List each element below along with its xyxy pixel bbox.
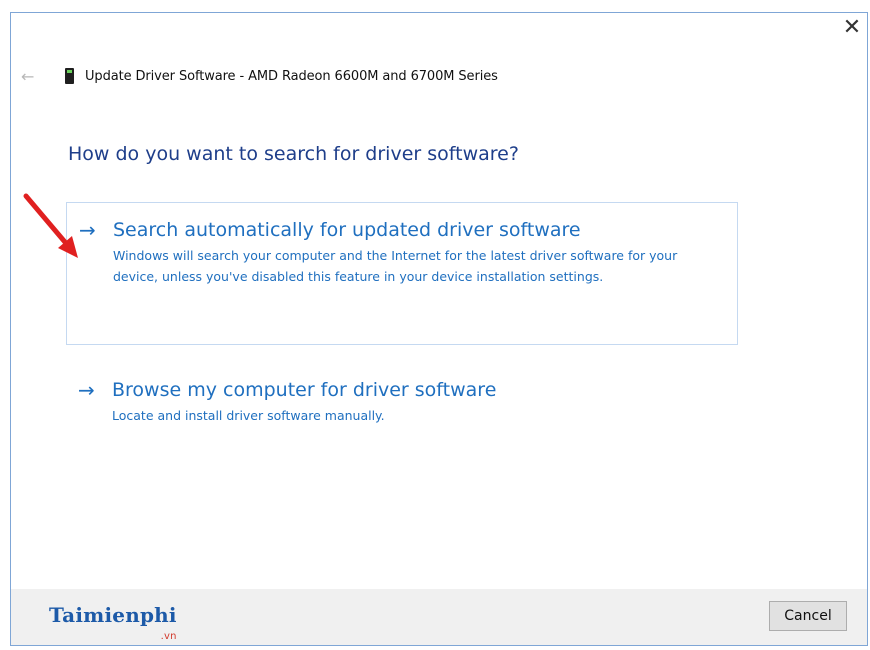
browse-computer-option[interactable]: → Browse my computer for driver software… bbox=[66, 363, 738, 443]
window-title: Update Driver Software - AMD Radeon 6600… bbox=[85, 68, 498, 84]
option-title: Browse my computer for driver software bbox=[112, 379, 497, 401]
option-description: Windows will search your computer and th… bbox=[113, 248, 678, 284]
option-description: Locate and install driver software manua… bbox=[112, 408, 385, 423]
red-annotation-arrow-icon bbox=[23, 193, 78, 258]
taimienphi-logo: Taimienphi .vn bbox=[49, 603, 177, 642]
close-icon[interactable]: ✕ bbox=[841, 13, 863, 43]
search-automatically-option[interactable]: → Search automatically for updated drive… bbox=[66, 202, 738, 345]
arrow-right-icon: → bbox=[78, 378, 95, 402]
option-title: Search automatically for updated driver … bbox=[113, 219, 581, 241]
page-heading: How do you want to search for driver sof… bbox=[68, 143, 519, 165]
logo-suffix: .vn bbox=[160, 631, 177, 642]
arrow-right-icon: → bbox=[79, 218, 96, 242]
title-bar: ← Update Driver Software - AMD Radeon 66… bbox=[21, 64, 498, 88]
logo-text: Taimienphi bbox=[49, 603, 177, 627]
display-adapter-icon bbox=[65, 68, 74, 84]
dialog-footer: Taimienphi .vn Cancel bbox=[11, 589, 867, 645]
cancel-button[interactable]: Cancel bbox=[769, 601, 847, 631]
update-driver-dialog: ✕ ← Update Driver Software - AMD Radeon … bbox=[10, 12, 868, 646]
back-arrow-icon[interactable]: ← bbox=[21, 67, 43, 86]
